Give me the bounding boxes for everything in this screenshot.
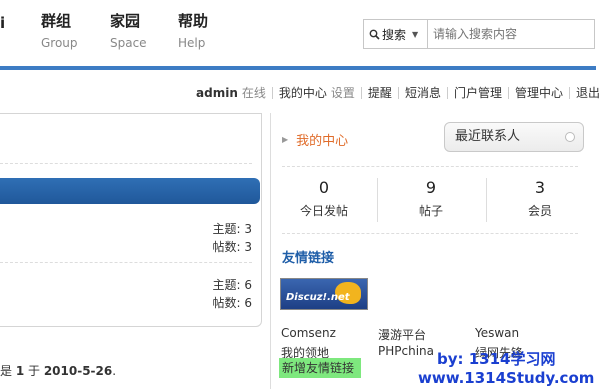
recent-contacts-button[interactable]: 最近联系人	[444, 122, 584, 152]
header-divider	[0, 66, 596, 70]
chevron-down-icon: ▼	[412, 29, 419, 39]
forum-topic-count: 主题: 6	[212, 278, 253, 292]
stat-value: 0	[318, 178, 330, 197]
site-info-number: 1	[15, 364, 25, 378]
user-toolbar: admin 在线 我的中心 设置 提醒 短消息 门户管理 管理中心 退出	[196, 84, 600, 101]
status-dot-icon	[565, 132, 575, 142]
divider	[271, 86, 273, 99]
friend-links-title: 友情链接	[282, 251, 335, 266]
divider	[282, 166, 578, 167]
divider	[282, 233, 578, 234]
watermark-line2: www.1314Study.com	[418, 369, 595, 387]
divider	[568, 86, 570, 99]
friend-link-item[interactable]: Yeswan	[475, 326, 519, 340]
site-info-mid: 于	[24, 364, 44, 378]
stat-today-posts: 0 今日发帖	[274, 178, 374, 219]
site-info-text: 是 1 于 2010-5-26.	[0, 362, 116, 379]
triangle-right-icon: ▶	[282, 135, 289, 144]
messages-link[interactable]: 短消息	[405, 84, 441, 101]
watermark-line1: by: 1314学习网	[437, 350, 556, 368]
nav-item-help[interactable]: 帮助 Help	[178, 12, 238, 50]
my-center-link[interactable]: 我的中心	[279, 84, 327, 101]
admin-center-link[interactable]: 管理中心	[515, 84, 563, 101]
nav-item-sublabel: Help	[178, 36, 206, 50]
stat-posts: 9 帖子	[381, 178, 481, 219]
logout-link[interactable]: 退出	[576, 84, 600, 101]
nav-item-label: 家园	[110, 12, 141, 30]
forum-post-count: 帖数: 3	[212, 240, 253, 254]
nav-item-space[interactable]: 家园 Space	[110, 12, 170, 50]
nav-item-label: 帮助	[178, 12, 209, 30]
nav-partial-item[interactable]: i	[0, 14, 5, 32]
forum-topic-count: 主题: 3	[212, 222, 253, 236]
sidebar-my-center[interactable]: ▶ 我的中心	[282, 130, 348, 149]
search-input[interactable]	[429, 20, 594, 48]
divider	[0, 262, 252, 263]
search-type-select[interactable]: 搜索 ▼	[364, 20, 428, 48]
forum-category-header[interactable]	[0, 178, 260, 204]
recent-contacts-label: 最近联系人	[455, 129, 521, 144]
divider	[486, 178, 487, 222]
site-info-prefix: 是	[0, 364, 16, 378]
friend-link-item[interactable]: 漫游平台	[378, 326, 426, 343]
divider	[446, 86, 448, 99]
stat-value: 9	[425, 178, 437, 197]
forum-post-count: 帖数: 6	[212, 296, 253, 310]
divider	[377, 178, 378, 222]
add-friend-link-button[interactable]: 新增友情链接	[279, 358, 361, 378]
discuz-logo-link[interactable]: Discuz!.net	[280, 278, 368, 310]
friend-link-item[interactable]: PHPchina	[378, 344, 434, 358]
friend-link-item[interactable]: Comsenz	[281, 326, 336, 340]
nav-item-sublabel: Group	[41, 36, 78, 50]
stat-value: 3	[534, 178, 546, 197]
stat-label: 今日发帖	[299, 204, 348, 218]
settings-link[interactable]: 设置	[331, 84, 355, 101]
portal-admin-link[interactable]: 门户管理	[454, 84, 502, 101]
divider	[360, 86, 362, 99]
username-link[interactable]: admin	[196, 86, 238, 100]
search-icon	[369, 29, 380, 40]
sidebar-border	[270, 113, 271, 389]
nav-item-sublabel: Space	[110, 36, 147, 50]
online-status: 在线	[241, 86, 266, 100]
nav-item-label: 群组	[41, 12, 72, 30]
divider	[507, 86, 509, 99]
sidebar-my-center-label: 我的中心	[296, 134, 349, 149]
search-type-label: 搜索	[382, 27, 407, 42]
stat-label: 会员	[527, 204, 552, 218]
site-info-suffix: .	[112, 364, 117, 378]
remind-link[interactable]: 提醒	[368, 84, 392, 101]
nav-item-group[interactable]: 群组 Group	[41, 12, 101, 50]
divider	[0, 163, 252, 164]
site-info-date: 2010-5-26	[43, 364, 113, 378]
logo-text: Discuz!.net	[286, 292, 350, 303]
stat-members: 3 会员	[490, 178, 590, 219]
search-box: 搜索 ▼	[363, 19, 595, 49]
divider	[397, 86, 399, 99]
stat-label: 帖子	[418, 204, 443, 218]
